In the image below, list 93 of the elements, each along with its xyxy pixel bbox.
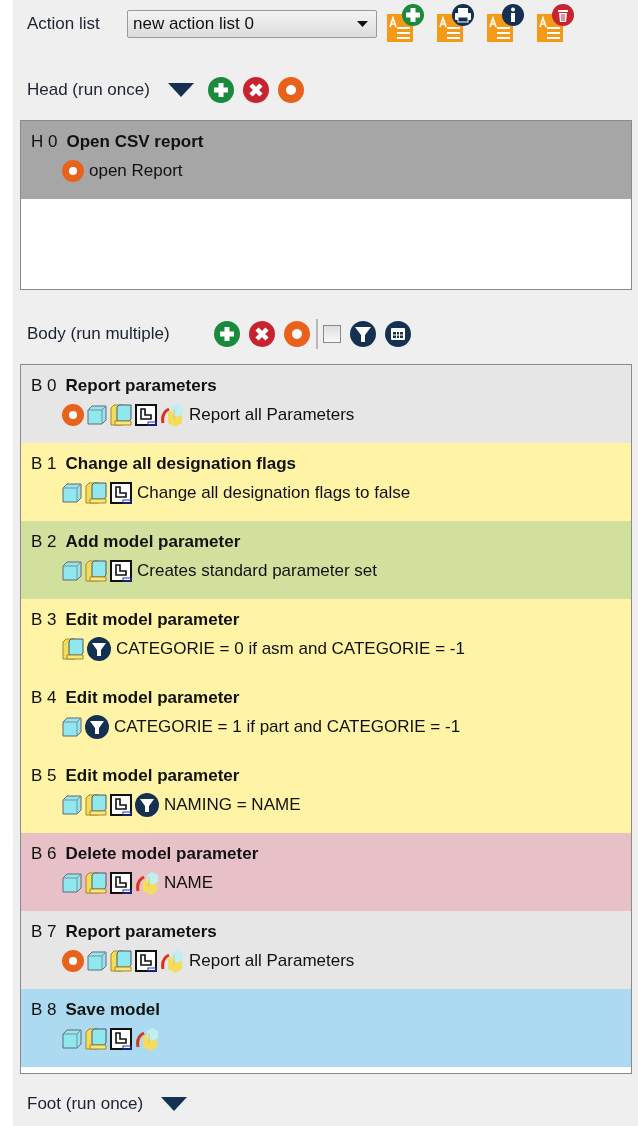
run-icon [62, 160, 84, 182]
action-code: B 1 [31, 454, 57, 474]
checkbox[interactable] [322, 325, 341, 343]
remove-icon[interactable] [242, 77, 269, 103]
cubes-icon [135, 1027, 159, 1051]
cube-icon [62, 795, 82, 815]
action-row[interactable]: B 7 Report parameters Report all Parameters [21, 911, 631, 989]
action-title: Open CSV report [66, 132, 204, 152]
cube-icon [62, 561, 82, 581]
filter-icon[interactable] [349, 321, 376, 347]
cube-icon [62, 1029, 82, 1049]
action-code: B 2 [31, 532, 57, 552]
action-title: Change all designation flags [65, 454, 296, 474]
expand-icon[interactable] [161, 1097, 188, 1111]
action-description: Report all Parameters [189, 951, 355, 971]
document-info-icon[interactable] [487, 4, 527, 44]
action-code: B 8 [31, 1000, 57, 1020]
action-row[interactable]: B 3 Edit model parameter CATEGORIE = 0 if asm and CATEGORIE = -1 [21, 599, 631, 677]
action-description: CATEGORIE = 0 if asm and CATEGORIE = -1 [116, 639, 465, 659]
document-delete-icon[interactable] [537, 4, 577, 44]
drawing-icon [110, 794, 132, 816]
filter-icon [135, 793, 159, 817]
action-code: B 5 [31, 766, 57, 786]
action-code: B 7 [31, 922, 57, 942]
action-title: Report parameters [65, 922, 217, 942]
action-list-label: Action list [26, 14, 101, 34]
drawing-icon [110, 560, 132, 582]
assembly-icon [85, 794, 107, 816]
drawing-icon [110, 1028, 132, 1050]
cube-icon [62, 873, 82, 893]
action-row[interactable]: B 8 Save model [21, 989, 631, 1067]
action-title: Edit model parameter [65, 688, 240, 708]
run-icon[interactable] [277, 77, 304, 103]
document-add-icon[interactable] [387, 4, 427, 44]
action-row[interactable]: B 5 Edit model parameter NAMING = NAME [21, 755, 631, 833]
assembly-icon [85, 482, 107, 504]
action-code: B 3 [31, 610, 57, 630]
assembly-icon [85, 1028, 107, 1050]
drawing-icon [135, 950, 157, 972]
cubes-icon [160, 403, 184, 427]
action-description: Change all designation flags to false [137, 483, 411, 503]
document-print-icon[interactable] [437, 4, 477, 44]
action-code: B 0 [31, 376, 57, 396]
action-description: NAMING = NAME [164, 795, 301, 815]
action-description: Report all Parameters [189, 405, 355, 425]
remove-icon[interactable] [248, 321, 275, 347]
action-description: open Report [89, 161, 183, 181]
action-description: CATEGORIE = 1 if part and CATEGORIE = -1 [114, 717, 461, 737]
cube-icon [87, 405, 107, 425]
run-icon [62, 950, 84, 972]
action-title: Report parameters [65, 376, 217, 396]
action-row[interactable]: B 6 Delete model parameter NAME [21, 833, 631, 911]
assembly-icon [85, 872, 107, 894]
add-icon[interactable] [213, 321, 240, 347]
assembly-icon [110, 950, 132, 972]
action-title: Edit model parameter [65, 766, 240, 786]
action-row[interactable]: B 1 Change all designation flags Change all designation flags to false [21, 443, 631, 521]
action-title: Delete model parameter [65, 844, 259, 864]
action-description: NAME [164, 873, 214, 893]
caret-icon [357, 21, 368, 27]
cube-icon [62, 483, 82, 503]
action-code: H 0 [31, 132, 58, 152]
cube-icon [87, 951, 107, 971]
action-description: Creates standard parameter set [137, 561, 377, 581]
drawing-icon [110, 482, 132, 504]
assembly-icon [85, 560, 107, 582]
cubes-icon [160, 949, 184, 973]
run-icon[interactable] [283, 321, 310, 347]
cube-icon [62, 717, 82, 737]
assembly-icon [110, 404, 132, 426]
action-code: B 4 [31, 688, 57, 708]
run-icon [62, 404, 84, 426]
action-title: Edit model parameter [65, 610, 240, 630]
action-title: Save model [65, 1000, 161, 1020]
drawing-icon [110, 872, 132, 894]
drawing-icon [135, 404, 157, 426]
filter-icon [85, 715, 109, 739]
section-label: Head (run once) [26, 80, 150, 100]
action-title: Add model parameter [65, 532, 241, 552]
action-row[interactable]: B 4 Edit model parameter CATEGORIE = 1 if part and CATEGORIE = -1 [21, 677, 631, 755]
cubes-icon [135, 871, 159, 895]
assembly-icon [62, 638, 84, 660]
add-icon[interactable] [207, 77, 234, 103]
section-label: Foot (run once) [26, 1094, 144, 1114]
filter-icon [87, 637, 111, 661]
expand-icon[interactable] [167, 83, 194, 97]
action-row[interactable]: B 2 Add model parameter Creates standard parameter set [21, 521, 631, 599]
action-list-dropdown[interactable]: new action list 0 [127, 10, 377, 38]
section-label: Body (run multiple) [26, 324, 170, 344]
action-row[interactable]: B 0 Report parameters Report all Parameters [21, 365, 631, 443]
action-row[interactable]: H 0 Open CSV report open Report [21, 121, 631, 199]
table-icon[interactable] [384, 321, 411, 347]
action-code: B 6 [31, 844, 57, 864]
